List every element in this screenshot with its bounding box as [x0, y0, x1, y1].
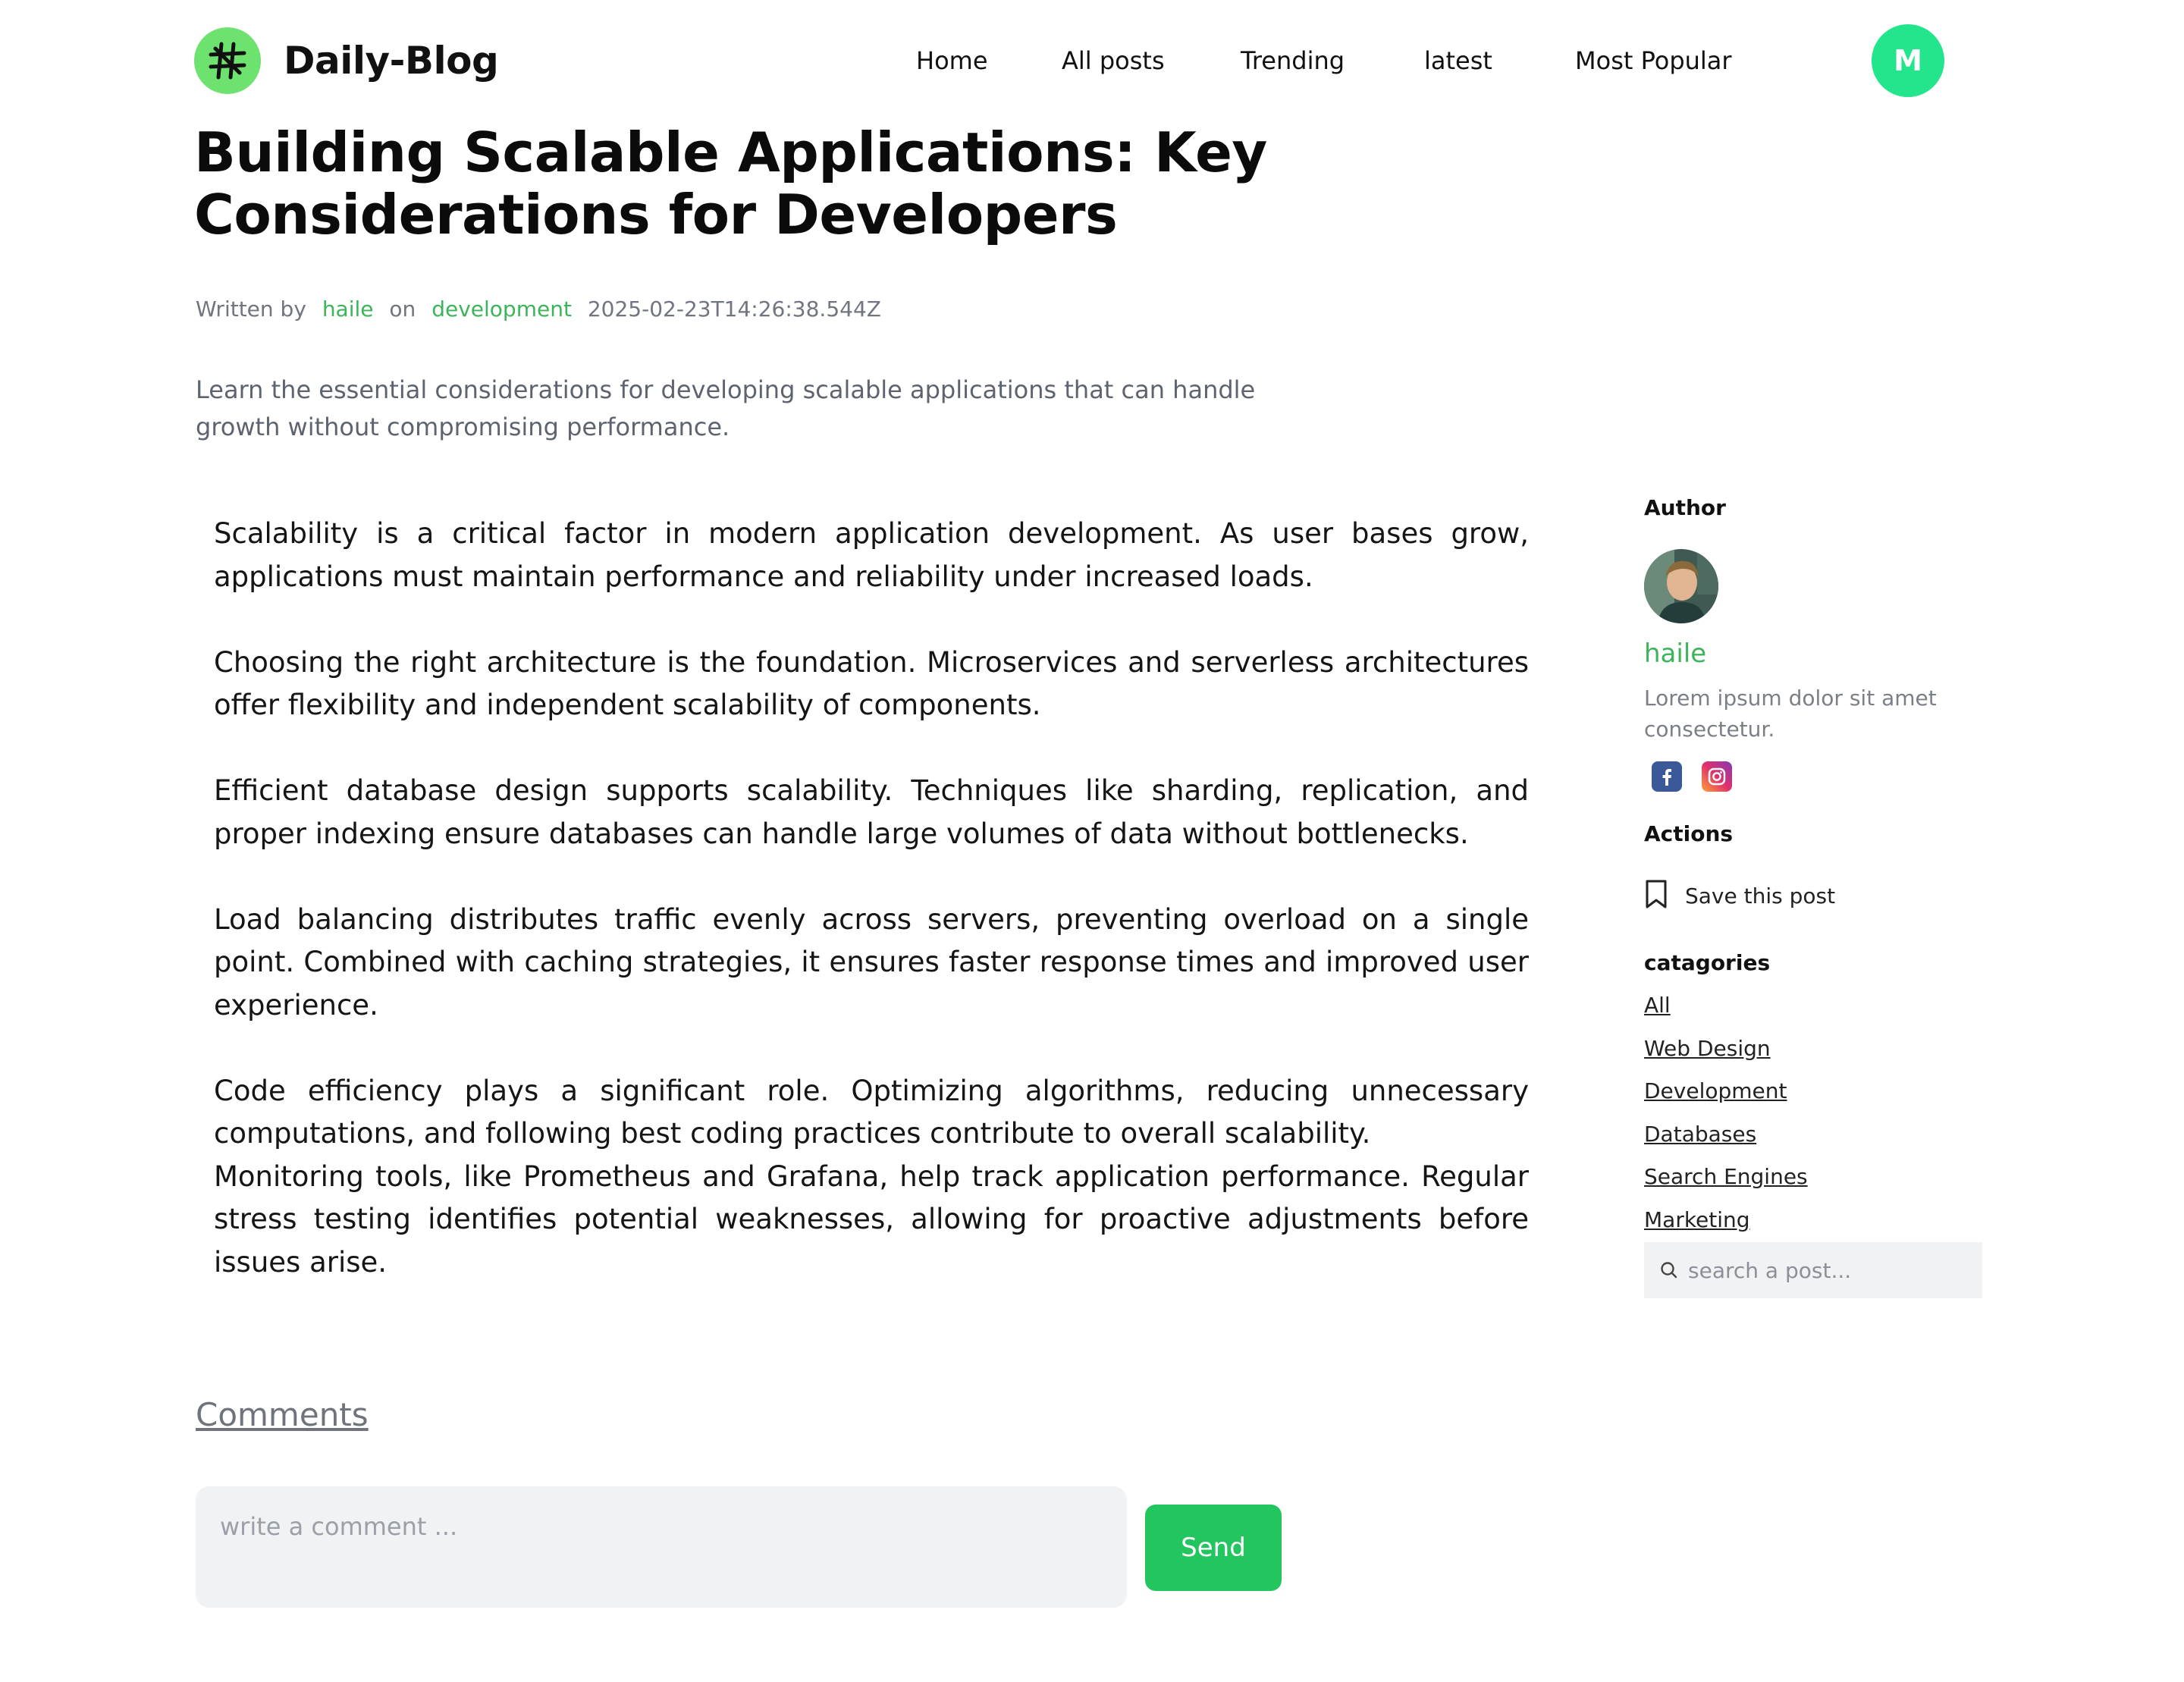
on-label: on	[389, 297, 416, 322]
comment-input[interactable]	[196, 1486, 1127, 1608]
post-category-link[interactable]: development	[431, 297, 572, 322]
post-timestamp: 2025-02-23T14:26:38.544Z	[587, 297, 881, 322]
search-icon	[1659, 1260, 1679, 1280]
post-author-link[interactable]: haile	[322, 297, 374, 322]
logo-icon[interactable]	[194, 27, 261, 94]
author-avatar[interactable]	[1644, 549, 1718, 623]
site-header: Daily-Blog Home All posts Trending lates…	[0, 0, 2184, 121]
comments-heading: Comments	[196, 1396, 369, 1433]
post-title: Building Scalable Applications: Key Cons…	[194, 121, 1267, 246]
category-link-all[interactable]: All	[1644, 990, 1671, 1021]
post-paragraph: Code efficiency plays a significant role…	[214, 1074, 1529, 1150]
post-paragraph: Efficient database design supports scala…	[214, 774, 1529, 850]
category-link-development[interactable]: Development	[1644, 1076, 1787, 1106]
site-logo-text[interactable]: Daily-Blog	[284, 36, 499, 85]
facebook-icon[interactable]	[1652, 761, 1682, 792]
author-bio: Lorem ipsum dolor sit amet consectetur.	[1644, 686, 1937, 742]
instagram-icon[interactable]	[1702, 761, 1732, 792]
save-post-button[interactable]: Save this post	[1644, 877, 1835, 915]
nav-home[interactable]: Home	[916, 39, 988, 82]
written-by-label: Written by	[196, 297, 306, 322]
category-link-search-engines[interactable]: Search Engines	[1644, 1162, 1808, 1192]
post-paragraph: Choosing the right architecture is the f…	[214, 645, 1529, 722]
nav-trending[interactable]: Trending	[1241, 39, 1345, 82]
author-heading: Author	[1644, 495, 1726, 520]
blog-post-page: Daily-Blog Home All posts Trending lates…	[0, 0, 2184, 1682]
nav-latest[interactable]: latest	[1424, 39, 1492, 82]
send-comment-button[interactable]: Send	[1145, 1505, 1282, 1591]
search-input[interactable]	[1687, 1257, 1963, 1284]
category-link-databases[interactable]: Databases	[1644, 1119, 1756, 1150]
nav-all-posts[interactable]: All posts	[1062, 39, 1165, 82]
category-link-web-design[interactable]: Web Design	[1644, 1034, 1771, 1064]
post-lead: Learn the essential considerations for d…	[196, 375, 1256, 441]
search-box	[1644, 1242, 1982, 1298]
post-paragraph: Monitoring tools, like Prometheus and Gr…	[214, 1160, 1529, 1279]
author-name[interactable]: haile	[1644, 637, 1706, 670]
post-paragraph: Scalability is a critical factor in mode…	[214, 517, 1529, 593]
categories-heading: catagories	[1644, 950, 1771, 975]
post-meta: Written by haile on development 2025-02-…	[196, 294, 890, 325]
post-paragraph: Load balancing distributes traffic evenl…	[214, 902, 1529, 1021]
bookmark-icon	[1644, 879, 1668, 912]
nav-most-popular[interactable]: Most Popular	[1575, 39, 1732, 82]
actions-heading: Actions	[1644, 821, 1734, 846]
category-link-marketing[interactable]: Marketing	[1644, 1205, 1750, 1235]
post-body: Scalability is a critical factor in mode…	[214, 513, 1529, 1284]
user-avatar[interactable]: M	[1872, 24, 1944, 97]
save-post-label: Save this post	[1685, 883, 1836, 908]
